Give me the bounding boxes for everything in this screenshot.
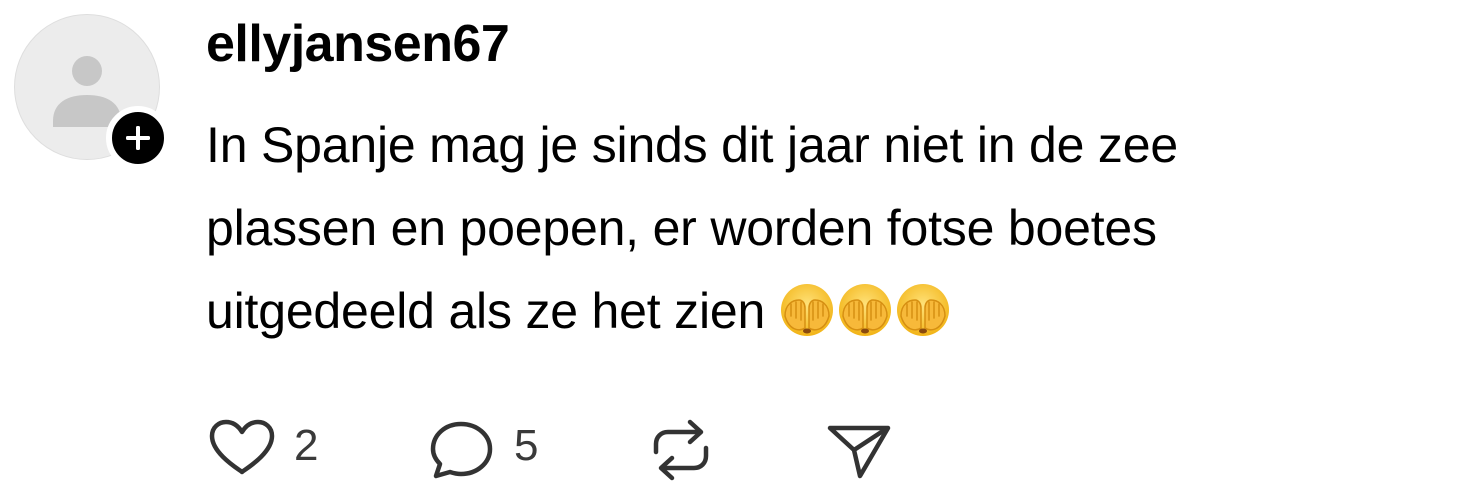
reply-button[interactable]: 5 — [428, 412, 558, 482]
post-text: In Spanje mag je sinds dit jaar niet in … — [206, 104, 1436, 353]
post: ellyjansen67 In Spanje mag je sinds dit … — [0, 0, 1462, 498]
repost-button[interactable] — [646, 412, 716, 482]
post-text-line: uitgedeeld als ze het zien — [206, 270, 1436, 353]
like-button[interactable]: 2 — [206, 412, 336, 482]
emoji-group — [779, 280, 953, 340]
like-count: 2 — [294, 421, 319, 470]
heart-icon — [209, 419, 275, 475]
repost-icon — [653, 419, 709, 481]
reply-count: 5 — [514, 421, 539, 470]
send-icon — [827, 425, 891, 479]
comment-icon — [430, 421, 493, 479]
share-button[interactable] — [824, 412, 894, 482]
follow-button[interactable] — [106, 106, 170, 170]
post-text-line-content: uitgedeeld als ze het zien — [206, 283, 766, 339]
face-with-hands-over-eyes-emoji — [837, 282, 893, 338]
post-text-line: In Spanje mag je sinds dit jaar niet in … — [206, 117, 1178, 173]
post-text-line: plassen en poepen, er worden fotse boete… — [206, 200, 1157, 256]
username[interactable]: ellyjansen67 — [206, 12, 510, 76]
avatar-container — [14, 14, 170, 170]
face-with-hands-over-eyes-emoji — [779, 282, 835, 338]
face-with-hands-over-eyes-emoji — [895, 282, 951, 338]
plus-icon — [126, 126, 150, 150]
